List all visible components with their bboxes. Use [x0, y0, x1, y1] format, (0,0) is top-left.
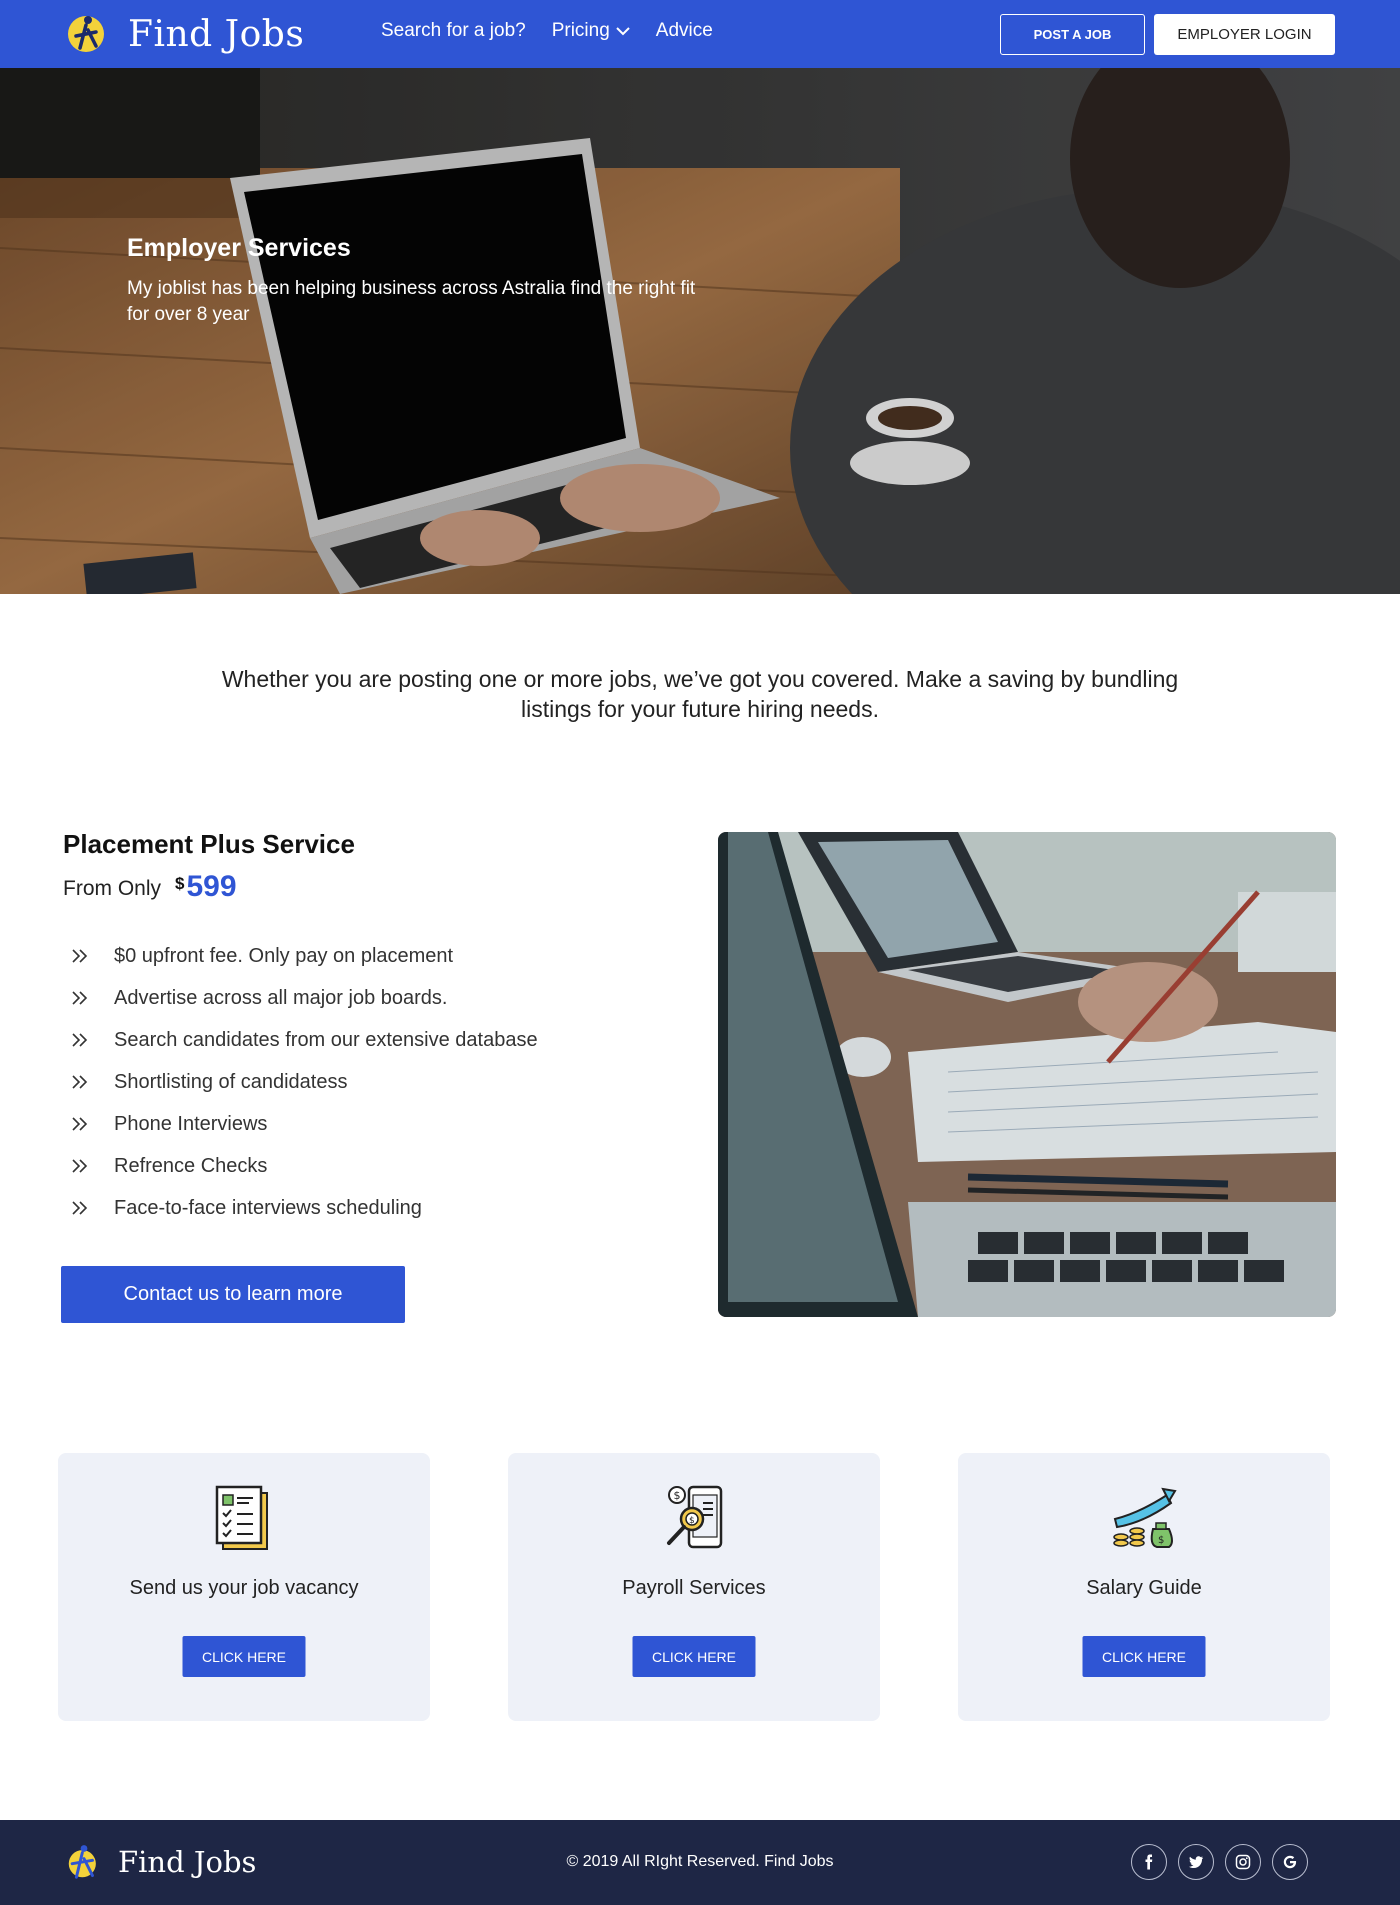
nav-pricing[interactable]: Pricing — [552, 20, 630, 42]
social-google[interactable] — [1272, 1844, 1308, 1880]
footer: Find Jobs © 2019 All RIght Reserved. Fin… — [0, 1820, 1400, 1905]
double-chevron-right-icon — [72, 1159, 88, 1173]
nav-search-jobs[interactable]: Search for a job? — [381, 20, 526, 42]
list-item: Search candidates from our extensive dat… — [70, 1019, 538, 1061]
svg-text:$: $ — [674, 1489, 681, 1502]
employer-login-button[interactable]: EMPLOYER LOGIN — [1154, 14, 1335, 55]
social-facebook[interactable] — [1131, 1844, 1167, 1880]
hero-text-block: Employer Services My joblist has been he… — [127, 234, 727, 328]
double-chevron-right-icon — [72, 1117, 88, 1131]
hero-banner: Employer Services My joblist has been he… — [0, 68, 1400, 594]
social-links — [1131, 1844, 1308, 1880]
post-job-button[interactable]: POST A JOB — [1000, 14, 1145, 55]
laptops-desk-photo — [718, 832, 1336, 1317]
price-label: From Only — [63, 877, 162, 900]
nav-advice[interactable]: Advice — [656, 20, 713, 42]
svg-text:$: $ — [689, 1516, 695, 1526]
placement-photo — [718, 832, 1336, 1317]
top-navbar: Find Jobs Search for a job? Pricing Advi… — [0, 0, 1400, 68]
feature-text: Refrence Checks — [114, 1154, 268, 1177]
hero-title: Employer Services — [127, 234, 351, 262]
card-title: Payroll Services — [622, 1577, 766, 1599]
feature-text: Shortlisting of candidatess — [114, 1070, 348, 1093]
feature-text: Phone Interviews — [114, 1112, 268, 1135]
nav-label: Search for a job? — [381, 20, 526, 41]
feature-text: Face-to-face interviews scheduling — [114, 1196, 422, 1219]
google-icon — [1283, 1855, 1297, 1869]
payroll-phone-icon: $ $ — [667, 1485, 723, 1549]
salary-growth-icon: $ — [1113, 1487, 1177, 1548]
list-item: Refrence Checks — [70, 1145, 538, 1187]
contact-us-button[interactable]: Contact us to learn more — [61, 1266, 405, 1323]
list-item: Advertise across all major job boards. — [70, 977, 538, 1019]
logo-text: Find Jobs — [128, 13, 305, 55]
double-chevron-right-icon — [72, 991, 88, 1005]
nav-label: Pricing — [551, 20, 610, 41]
checklist-document-icon — [215, 1485, 268, 1550]
facebook-icon — [1145, 1854, 1153, 1870]
placement-title: Placement Plus Service — [63, 829, 355, 859]
double-chevron-right-icon — [72, 1201, 88, 1215]
hero-subtitle: My joblist has been helping business acr… — [127, 278, 696, 325]
placement-price: From Only $ 599 — [63, 870, 237, 904]
list-item: Shortlisting of candidatess — [70, 1061, 538, 1103]
logo-person-icon — [68, 16, 104, 52]
intro-text: Whether you are posting one or more jobs… — [221, 666, 1179, 722]
feature-text: $0 upfront fee. Only pay on placement — [114, 944, 454, 967]
card-title: Send us your job vacancy — [129, 1577, 359, 1599]
brand-logo[interactable]: Find Jobs — [62, 8, 304, 60]
list-item: Phone Interviews — [70, 1103, 538, 1145]
price-value: 599 — [186, 870, 237, 903]
list-item: Face-to-face interviews scheduling — [70, 1187, 538, 1229]
twitter-icon — [1189, 1856, 1203, 1868]
feature-text: Search candidates from our extensive dat… — [114, 1028, 538, 1051]
click-here-button[interactable]: CLICK HERE — [182, 1636, 306, 1677]
chevron-down-icon — [616, 27, 630, 36]
feature-text: Advertise across all major job boards. — [114, 986, 448, 1009]
price-currency: $ — [175, 874, 185, 893]
click-here-button[interactable]: CLICK HERE — [632, 1636, 756, 1677]
social-twitter[interactable] — [1178, 1844, 1214, 1880]
feature-list: $0 upfront fee. Only pay on placement Ad… — [70, 935, 538, 1229]
double-chevron-right-icon — [72, 1075, 88, 1089]
hero-laptop-photo — [0, 68, 1400, 594]
svg-text:$: $ — [1158, 1535, 1164, 1546]
service-card-job-vacancy: Send us your job vacancy CLICK HERE — [58, 1453, 430, 1721]
click-here-button[interactable]: CLICK HERE — [1082, 1636, 1206, 1677]
service-card-salary-guide: $ Salary Guide CLICK HERE — [958, 1453, 1330, 1721]
nav-label: Advice — [655, 20, 713, 41]
list-item: $0 upfront fee. Only pay on placement — [70, 935, 538, 977]
double-chevron-right-icon — [72, 1033, 88, 1047]
instagram-icon — [1235, 1854, 1251, 1870]
double-chevron-right-icon — [72, 949, 88, 963]
social-instagram[interactable] — [1225, 1844, 1261, 1880]
service-card-payroll: $ $ Payroll Services CLICK HERE — [508, 1453, 880, 1721]
main-nav: Search for a job? Pricing Advice — [381, 20, 713, 42]
card-title: Salary Guide — [1086, 1577, 1202, 1599]
